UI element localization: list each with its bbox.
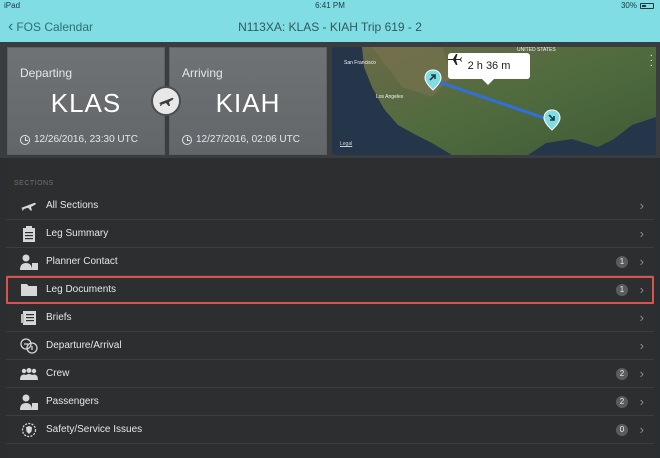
status-bar: iPad 6:41 PM 30%	[0, 0, 660, 12]
chevron-right-icon: ›	[639, 254, 644, 269]
plane-icon	[448, 54, 462, 65]
passengers-icon	[18, 394, 40, 410]
folder-icon	[18, 282, 40, 298]
nav-bar: ‹ FOS Calendar N113XA: KLAS - KIAH Trip …	[0, 12, 660, 42]
arriving-time: 12/27/2016, 02:06 UTC	[182, 134, 300, 145]
clipboard-icon	[18, 225, 40, 242]
trip-header: Departing KLAS 12/26/2016, 23:30 UTC Arr…	[0, 42, 660, 158]
departing-label: Departing	[20, 66, 73, 80]
count-badge: 1	[616, 284, 628, 296]
chevron-right-icon: ›	[639, 282, 644, 297]
plane-icon	[18, 198, 40, 214]
chevron-right-icon: ›	[639, 338, 644, 353]
section-label: Safety/Service Issues	[46, 424, 143, 435]
safety-icon	[18, 422, 40, 438]
flight-duration: 2 h 36 m	[467, 60, 511, 72]
more-icon[interactable]: · · ·	[650, 51, 653, 71]
sections-list: SECTIONS All Sections › Leg Summary › Pl…	[6, 158, 654, 458]
clock-icon	[182, 134, 192, 145]
sections-header: SECTIONS	[14, 180, 54, 187]
map-legal-link[interactable]: Legal	[340, 141, 352, 147]
section-row-crew[interactable]: Crew 2 ›	[6, 360, 654, 388]
battery-status: 30%	[621, 0, 654, 12]
arrival-pin-icon[interactable]	[543, 109, 561, 131]
section-label: Crew	[46, 368, 70, 379]
chevron-left-icon: ‹	[8, 18, 14, 35]
section-label: Leg Summary	[46, 228, 109, 239]
chevron-right-icon: ›	[639, 366, 644, 381]
section-row-safety-service-issues[interactable]: Safety/Service Issues 0 ›	[6, 416, 654, 444]
map-label-sf: San Francisco	[344, 60, 376, 66]
departing-code: KLAS	[50, 88, 122, 118]
departure-arrival-icon	[18, 337, 40, 354]
section-row-planner-contact[interactable]: Planner Contact 1 ›	[6, 248, 654, 276]
flight-duration-callout: 2 h 36 m	[448, 53, 530, 85]
section-label: Passengers	[46, 396, 99, 407]
departing-card: Departing KLAS 12/26/2016, 23:30 UTC	[7, 47, 165, 155]
count-badge: 0	[616, 424, 628, 436]
count-badge: 2	[616, 368, 628, 380]
chevron-right-icon: ›	[639, 394, 644, 409]
chevron-right-icon: ›	[639, 198, 644, 213]
count-badge: 1	[616, 256, 628, 268]
section-row-passengers[interactable]: Passengers 2 ›	[6, 388, 654, 416]
section-label: Leg Documents	[46, 284, 117, 295]
chevron-right-icon: ›	[639, 310, 644, 325]
map-label-la: Los Angeles	[376, 94, 404, 100]
departing-time-text: 12/26/2016, 23:30 UTC	[34, 134, 138, 145]
contact-icon	[18, 254, 40, 270]
count-badge: 2	[616, 396, 628, 408]
section-label: All Sections	[46, 200, 99, 211]
clock: 6:41 PM	[315, 1, 345, 10]
section-label: Briefs	[46, 312, 72, 323]
battery-percent: 30%	[620, 1, 637, 10]
section-label: Planner Contact	[46, 256, 118, 267]
plane-icon	[151, 86, 181, 116]
section-row-briefs[interactable]: Briefs ›	[6, 304, 654, 332]
section-row-all-sections[interactable]: All Sections ›	[6, 192, 654, 220]
chevron-right-icon: ›	[639, 422, 644, 437]
departure-pin-icon[interactable]	[424, 69, 442, 91]
section-label: Departure/Arrival	[46, 340, 122, 351]
crew-icon	[18, 366, 40, 382]
departing-time: 12/26/2016, 23:30 UTC	[20, 134, 138, 145]
arriving-code: KIAH	[215, 88, 281, 118]
back-button[interactable]: ‹ FOS Calendar	[8, 12, 93, 42]
page-title: N113XA: KLAS - KIAH Trip 619 - 2	[238, 20, 422, 34]
arriving-card: Arriving KIAH 12/27/2016, 02:06 UTC	[169, 47, 327, 155]
back-button-label: FOS Calendar	[16, 20, 94, 34]
route-map[interactable]: San Francisco Los Angeles UNITED STATES …	[332, 47, 656, 155]
battery-icon	[640, 3, 654, 9]
section-row-leg-summary[interactable]: Leg Summary ›	[6, 220, 654, 248]
arriving-label: Arriving	[182, 66, 223, 80]
clock-icon	[20, 134, 30, 145]
chevron-right-icon: ›	[639, 226, 644, 241]
section-row-departure-arrival[interactable]: Departure/Arrival ›	[6, 332, 654, 360]
arriving-time-text: 12/27/2016, 02:06 UTC	[196, 134, 300, 145]
section-row-leg-documents[interactable]: Leg Documents 1 ›	[6, 276, 654, 304]
briefs-icon	[18, 310, 40, 326]
